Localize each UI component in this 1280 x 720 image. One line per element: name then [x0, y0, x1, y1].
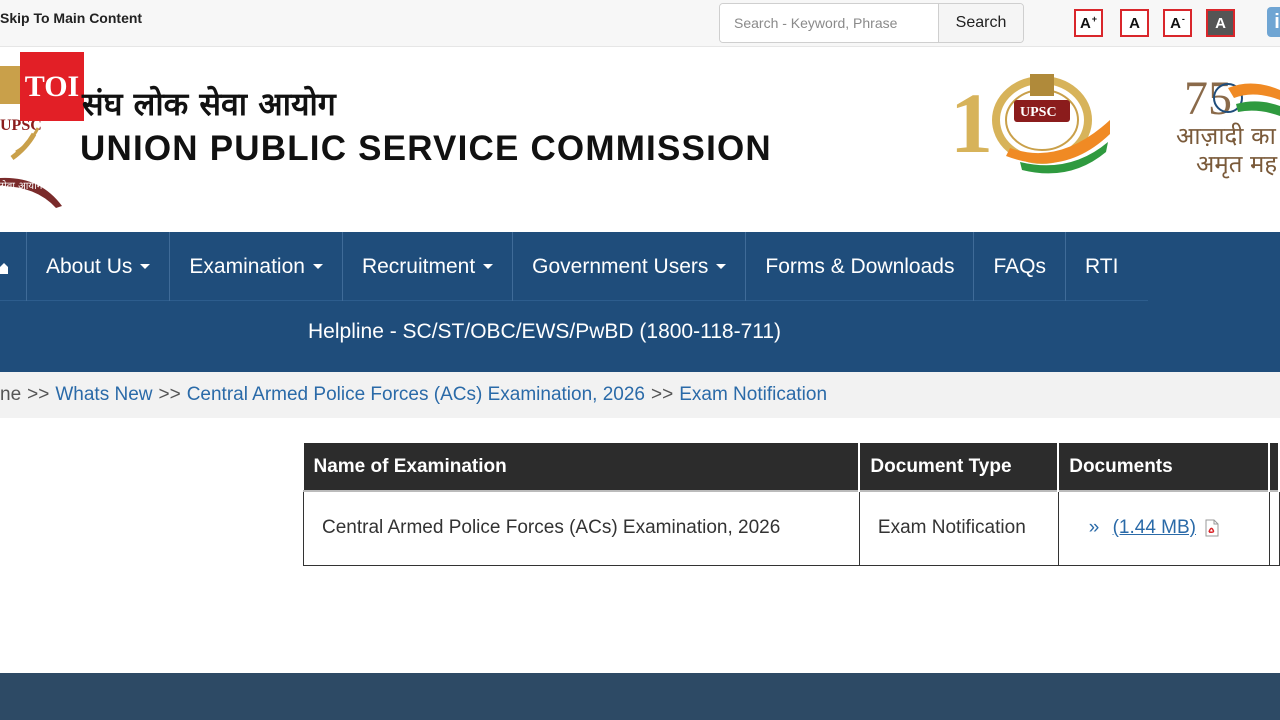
search-box: Search: [719, 3, 1024, 43]
font-increase-button[interactable]: A +: [1074, 9, 1103, 37]
nav-item-forms-downloads[interactable]: Forms & Downloads: [746, 232, 975, 301]
breadcrumb-home[interactable]: ne: [0, 384, 21, 406]
skip-to-main-content-link[interactable]: Skip To Main Content: [0, 10, 142, 26]
nav-item-label: RTI: [1084, 254, 1119, 278]
chevron-down-icon: [716, 264, 727, 269]
nav-item-examination[interactable]: Examination: [170, 232, 343, 301]
nav-menu: About Us Examination Recruitment Governm…: [0, 232, 1148, 301]
column-header-extra: [1269, 443, 1280, 491]
page-title: UNION PUBLIC SERVICE COMMISSION: [80, 129, 772, 168]
chevron-down-icon: [140, 264, 151, 269]
font-decrease-label: A: [1170, 14, 1181, 32]
site-header: UPSC सेवा आयोग TOI संघ लोक सेवा आयोग UNI…: [0, 48, 1280, 232]
breadcrumb-current[interactable]: Exam Notification: [679, 384, 827, 406]
hindi-title: संघ लोक सेवा आयोग: [82, 85, 336, 123]
toi-logo: TOI: [20, 52, 84, 121]
azadi-line-2: अमृत मह: [1196, 150, 1278, 178]
chevron-down-icon: [483, 264, 494, 269]
documents-cell: » (1.44 MB): [1057, 490, 1270, 566]
breadcrumb-separator: >>: [158, 384, 181, 405]
extra-cell: [1268, 490, 1280, 566]
nav-item-label: FAQs: [993, 254, 1046, 278]
nav-item-label: About Us: [46, 254, 133, 278]
breadcrumb-whats-new[interactable]: Whats New: [55, 384, 152, 406]
nav-item-rti[interactable]: RTI: [1066, 232, 1137, 301]
nav-item-government-users[interactable]: Government Users: [513, 232, 747, 301]
font-normal-label: A: [1129, 14, 1140, 32]
nav-item-label: Government Users: [532, 254, 709, 278]
info-icon[interactable]: i: [1267, 7, 1280, 37]
chevron-down-icon: [312, 264, 323, 269]
breadcrumb-separator: >>: [651, 384, 674, 405]
centenary-badge-text: UPSC: [1020, 105, 1057, 120]
column-header-type: Document Type: [859, 443, 1060, 491]
breadcrumb-separator: >>: [27, 384, 50, 405]
svg-text:1: 1: [950, 75, 993, 171]
column-header-name: Name of Examination: [303, 443, 861, 491]
column-header-documents: Documents: [1058, 443, 1270, 491]
site-footer: [0, 673, 1280, 720]
search-input[interactable]: [720, 4, 939, 42]
font-increase-label: A: [1079, 14, 1091, 32]
svg-text:सेवा आयोग: सेवा आयोग: [0, 180, 43, 192]
search-button[interactable]: Search: [939, 4, 1023, 42]
nav-item-recruitment[interactable]: Recruitment: [343, 232, 514, 301]
font-normal-button[interactable]: A: [1120, 9, 1149, 37]
home-icon: [0, 262, 8, 274]
nav-item-label: Recruitment: [361, 254, 476, 278]
helpline-link[interactable]: Helpline - SC/ST/OBC/EWS/PwBD (1800-118-…: [308, 320, 781, 344]
pdf-file-icon[interactable]: [1205, 519, 1219, 537]
nav-item-label: Examination: [189, 254, 305, 278]
nav-item-label: Forms & Downloads: [765, 254, 955, 278]
high-contrast-button[interactable]: A: [1206, 9, 1235, 37]
font-decrease-button[interactable]: A-: [1163, 9, 1192, 37]
top-utility-bar: Skip To Main Content Search A+ A A- A i: [0, 0, 1280, 47]
table-header-row: Name of Examination Document Type Docume…: [303, 443, 1280, 491]
azadi-ka-amrit-mahotsav-logo-icon: 75: [1184, 72, 1280, 125]
azadi-line-1: आज़ादी का: [1176, 122, 1276, 150]
upsc-centenary-logo-icon: 1 UPSC: [950, 74, 1110, 174]
pdf-download-link[interactable]: (1.44 MB): [1113, 517, 1196, 538]
nav-item-faqs[interactable]: FAQs: [974, 232, 1066, 301]
bullet-marker: »: [1088, 517, 1100, 539]
main-navigation: About Us Examination Recruitment Governm…: [0, 232, 1280, 372]
high-contrast-label: A: [1215, 14, 1226, 32]
exam-name-cell: Central Armed Police Forces (ACs) Examin…: [303, 490, 860, 566]
minus-sign-icon: -: [1181, 14, 1185, 24]
plus-sign-icon: +: [1091, 14, 1098, 24]
breadcrumb: ne >> Whats New >> Central Armed Police …: [0, 372, 1280, 418]
documents-table: Name of Examination Document Type Docume…: [303, 443, 1280, 566]
document-type-cell: Exam Notification: [858, 490, 1059, 566]
breadcrumb-exam[interactable]: Central Armed Police Forces (ACs) Examin…: [187, 384, 645, 406]
nav-item-about-us[interactable]: About Us: [27, 232, 171, 301]
table-row: Central Armed Police Forces (ACs) Examin…: [303, 490, 1280, 566]
nav-home-icon[interactable]: [0, 232, 27, 301]
azadi-ka-amrit-mahotsav-text: आज़ादी का अमृत मह: [1176, 122, 1277, 178]
svg-text:75: 75: [1184, 72, 1232, 125]
